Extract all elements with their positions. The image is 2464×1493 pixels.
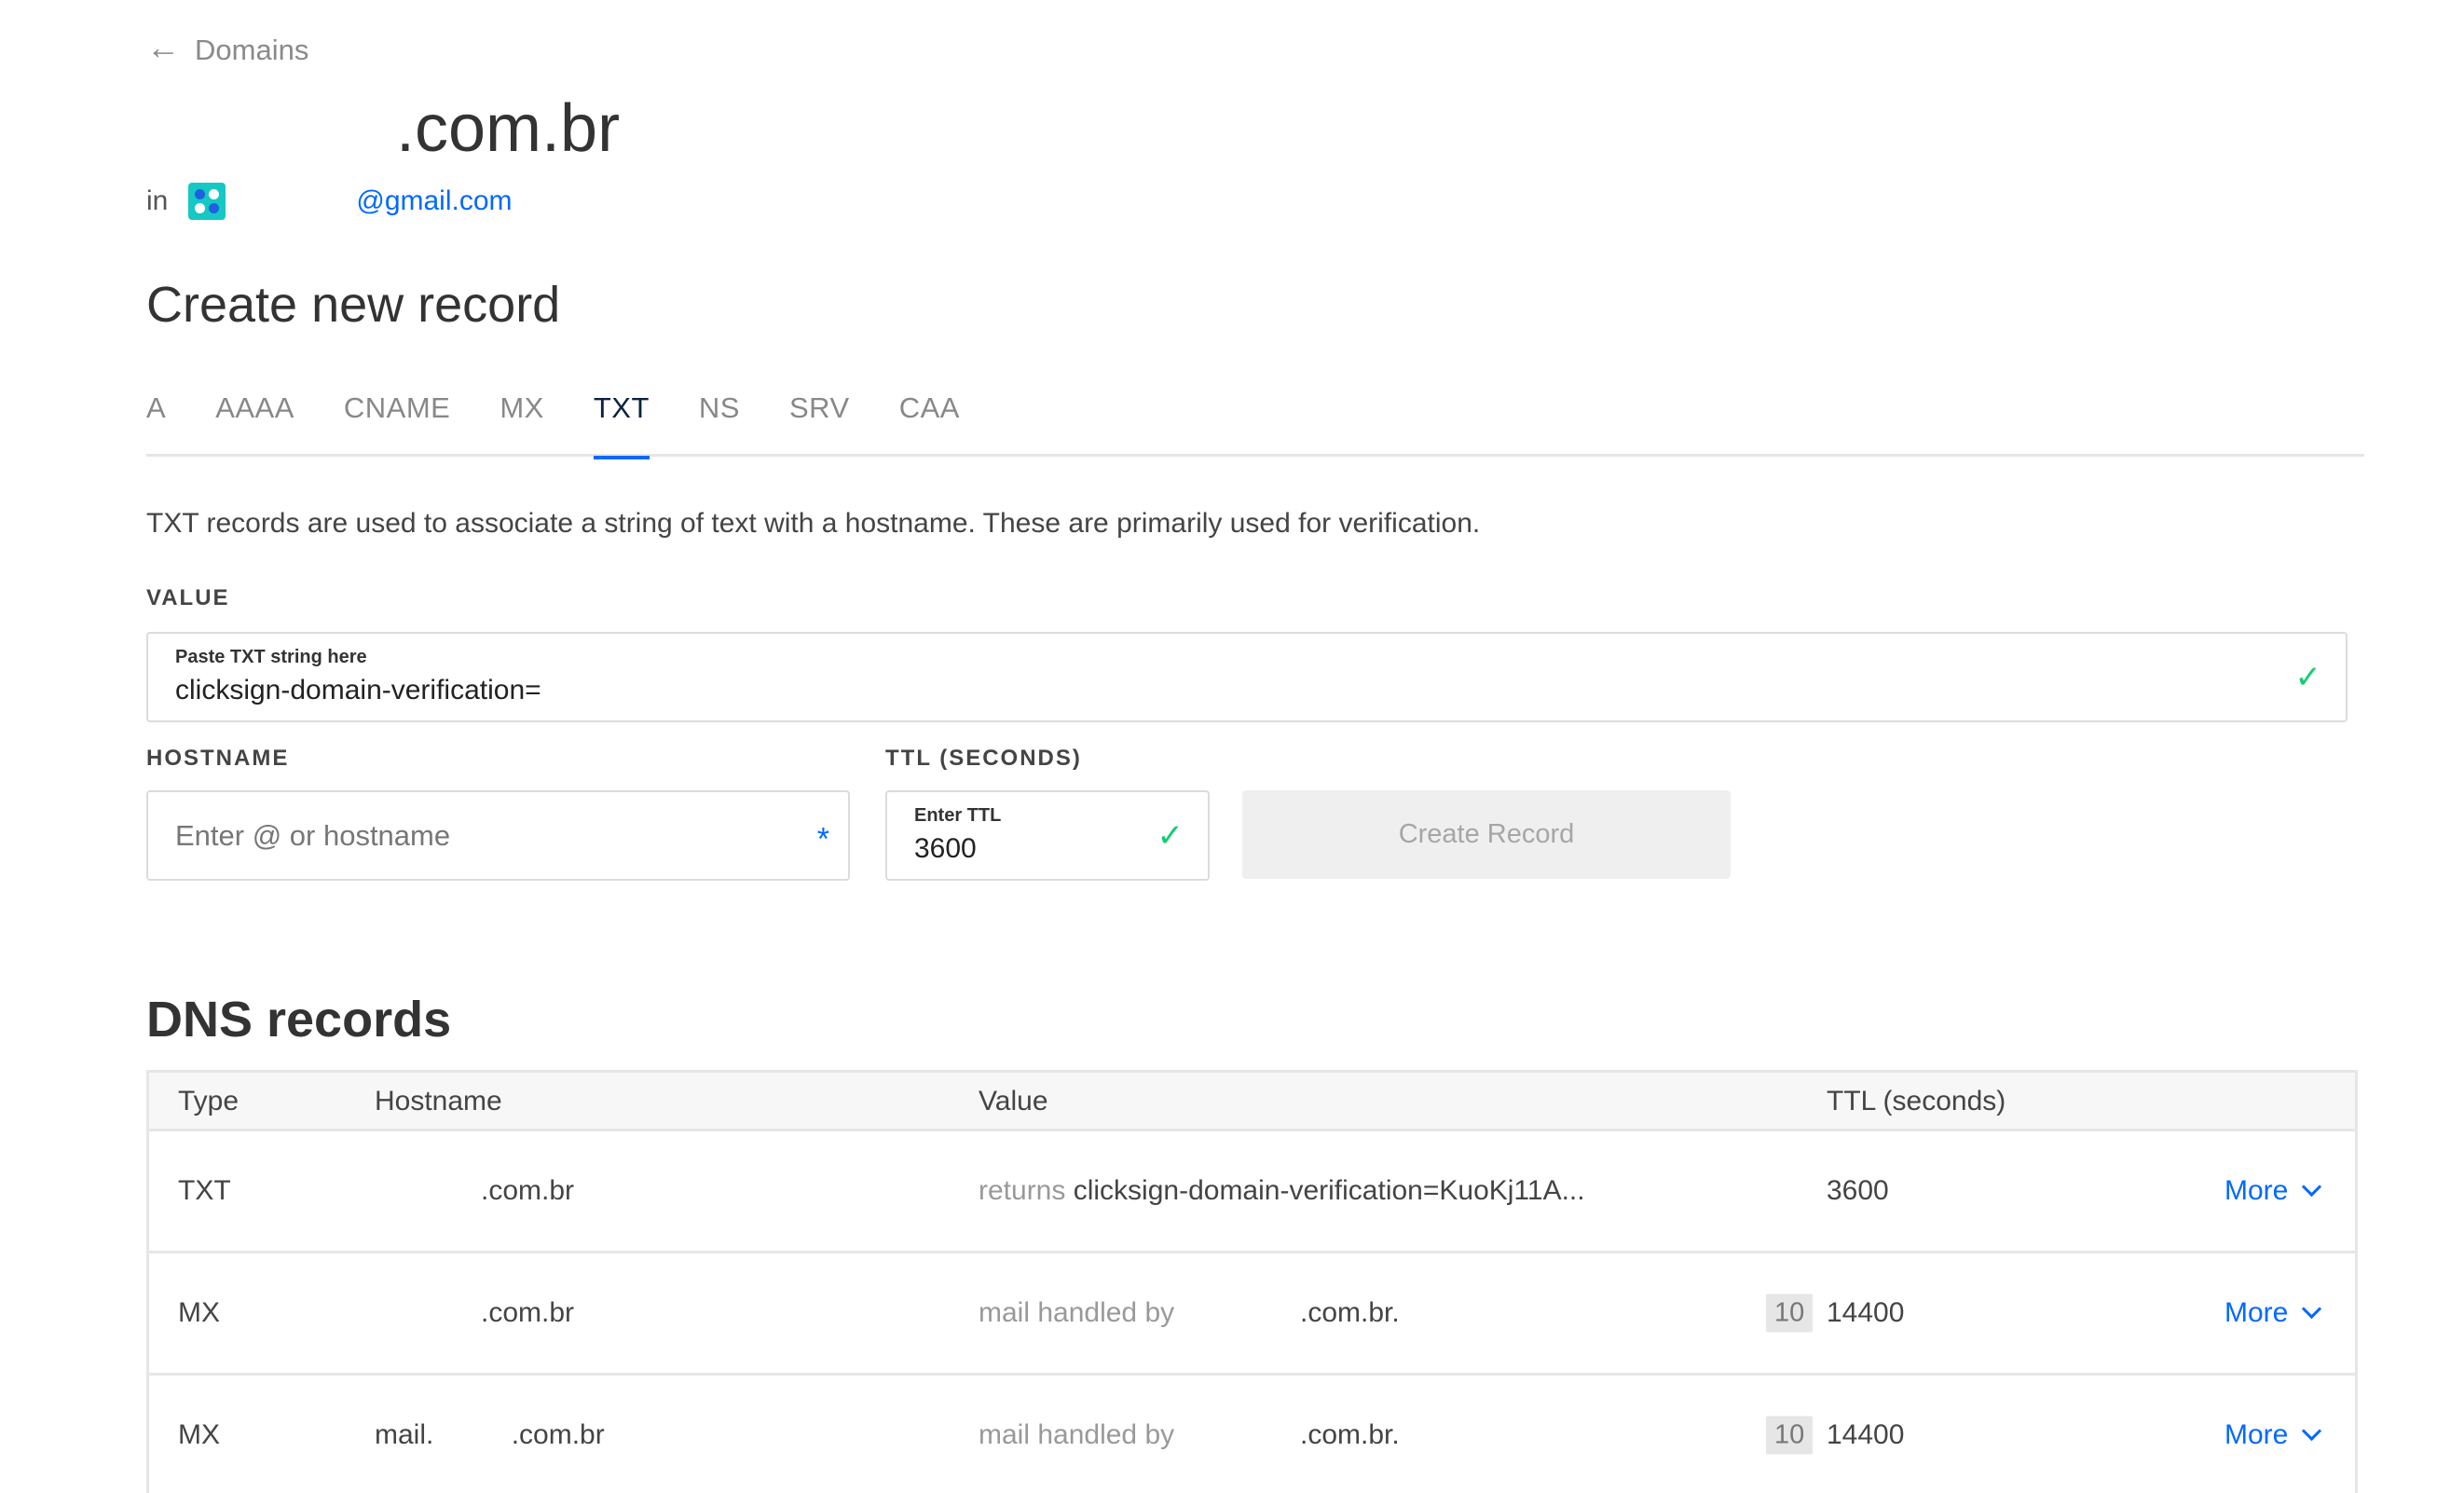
value-label: VALUE [146,585,230,610]
row-hostname: .com.br [481,1175,575,1206]
value-text: .com.br. [1300,1419,1400,1450]
table-row: MX mail. .com.br mail handled by .com.br… [149,1376,2355,1493]
value-field-label: Paste TXT string here [175,647,367,667]
more-label: More [2224,1419,2289,1450]
row-hostname: mail. .com.br [375,1419,605,1450]
create-record-button[interactable]: Create Record [1242,790,1731,879]
ttl-field-value: 3600 [914,833,977,864]
txt-value-input[interactable]: Paste TXT string here clicksign-domain-v… [146,632,2348,722]
ttl-field-label: Enter TTL [914,805,1002,826]
ttl-label: TTL (SECONDS) [885,746,1082,771]
col-hostname: Hostname [375,1086,502,1116]
back-to-domains-link[interactable]: ← Domains [146,28,309,67]
more-button[interactable]: More [2224,1175,2322,1207]
tab-cname[interactable]: CNAME [344,382,450,457]
table-row: TXT .com.br returns clicksign-domain-ver… [149,1131,2355,1253]
chevron-down-icon [2302,1420,2322,1442]
row-type: MX [178,1419,220,1450]
tab-a[interactable]: A [146,382,166,457]
row-value: returns clicksign-domain-verification=Ku… [979,1175,1585,1207]
value-text: .com.br. [1300,1297,1400,1328]
tab-caa[interactable]: CAA [899,382,960,457]
create-record-heading: Create new record [146,277,561,333]
in-label: in [146,185,169,216]
team-row: in @gmail.com [146,183,513,220]
hostname-placeholder: Enter @ or hostname [175,818,451,852]
more-label: More [2224,1297,2289,1328]
col-ttl: TTL (seconds) [1827,1086,2006,1116]
more-button[interactable]: More [2224,1297,2322,1329]
table-row: MX .com.br mail handled by .com.br. 10 1… [149,1253,2355,1376]
ttl-input[interactable]: Enter TTL 3600 ✓ [885,790,1210,881]
chevron-down-icon [2302,1298,2322,1320]
col-type: Type [178,1086,240,1116]
row-ttl: 14400 [1827,1419,1905,1450]
dns-records-heading: DNS records [146,992,452,1048]
tab-mx[interactable]: MX [500,382,544,457]
dns-records-table: Type Hostname Value TTL (seconds) TXT .c… [146,1070,2358,1493]
record-type-tabs: A AAAA CNAME MX TXT NS SRV CAA [146,382,2364,459]
row-type: TXT [178,1175,231,1206]
table-header: Type Hostname Value TTL (seconds) [149,1073,2355,1131]
value-prefix: mail handled by [979,1297,1175,1328]
priority-badge: 10 [1766,1294,1814,1333]
hostname-input[interactable]: Enter @ or hostname * [146,790,850,881]
tab-txt[interactable]: TXT [593,382,650,459]
row-hostname: .com.br [481,1297,575,1328]
team-email-link[interactable]: @gmail.com [356,185,512,217]
txt-description: TXT records are used to associate a stri… [146,508,1481,539]
value-field-value: clicksign-domain-verification= [175,675,541,705]
check-icon: ✓ [2294,659,2322,695]
value-prefix: returns [979,1175,1066,1206]
row-type: MX [178,1297,220,1328]
value-prefix: mail handled by [979,1419,1175,1450]
priority-badge: 10 [1766,1416,1814,1455]
team-icon [188,183,226,220]
tab-srv[interactable]: SRV [789,382,850,457]
domain-title: .com.br [146,89,799,168]
more-label: More [2224,1175,2289,1206]
domain-title-suffix: .com.br [396,91,621,166]
arrow-left-icon: ← [146,28,180,66]
row-ttl: 3600 [1827,1175,1889,1206]
row-ttl: 14400 [1827,1297,1905,1328]
tab-aaaa[interactable]: AAAA [215,382,294,457]
more-button[interactable]: More [2224,1419,2322,1451]
check-icon: ✓ [1157,817,1184,854]
value-text: clicksign-domain-verification=KuoKj11A..… [1073,1175,1585,1206]
tab-ns[interactable]: NS [699,382,740,457]
col-value: Value [979,1086,1048,1116]
back-label: Domains [195,34,309,66]
required-asterisk-icon: * [816,820,829,856]
hostname-label: HOSTNAME [146,746,290,771]
chevron-down-icon [2302,1176,2322,1198]
